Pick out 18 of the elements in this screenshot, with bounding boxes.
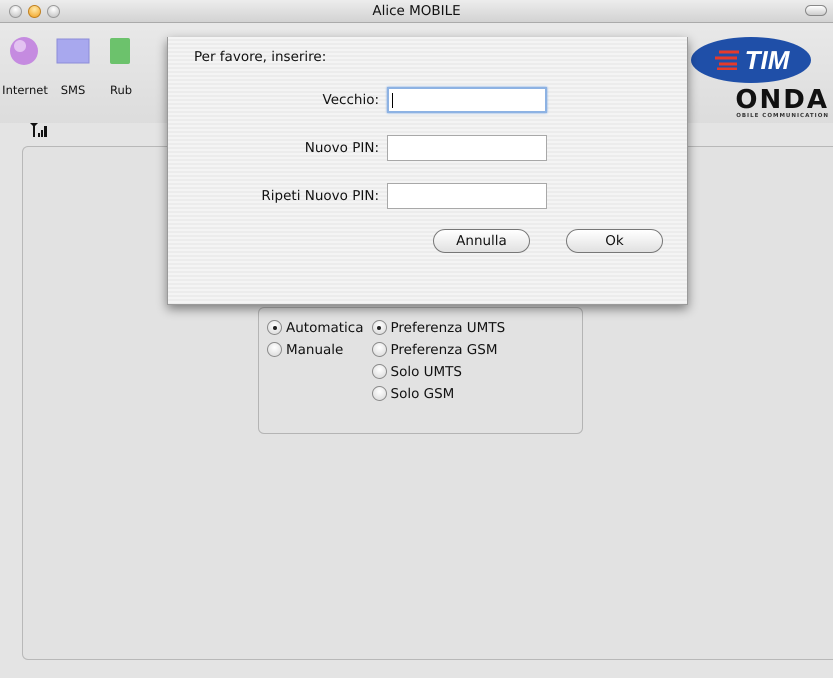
radio-label: Automatica	[286, 320, 364, 336]
toolbar-label[interactable]: Rub	[110, 83, 132, 97]
cancel-button[interactable]: Annulla	[433, 229, 530, 253]
maker-logo: ONDA	[735, 87, 829, 113]
toolbar-label[interactable]: SMS	[60, 83, 86, 97]
radio-label: Solo UMTS	[390, 364, 462, 380]
window-title: Alice MOBILE	[372, 3, 461, 19]
toolbar-label[interactable]: Internet	[2, 83, 48, 97]
radio-label: Manuale	[286, 342, 344, 358]
radio-label: Preferenza UMTS	[390, 320, 506, 336]
field-label: Nuovo PIN:	[304, 140, 379, 156]
radio-label: Preferenza GSM	[390, 342, 498, 358]
dialog-prompt: Per favore, inserire:	[194, 49, 328, 65]
ok-button[interactable]: Ok	[566, 229, 663, 253]
radio-label: Solo GSM	[390, 386, 454, 402]
operator-logo: TIM	[691, 37, 811, 83]
field-label: Vecchio:	[322, 92, 379, 108]
field-label: Ripeti Nuovo PIN:	[260, 188, 379, 204]
